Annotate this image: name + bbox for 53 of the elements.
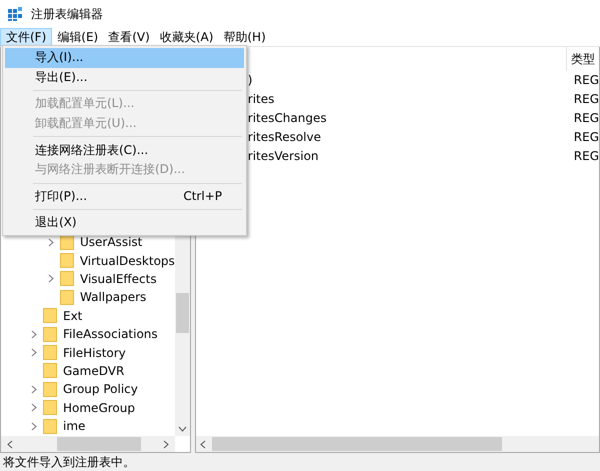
folder-icon (43, 308, 57, 324)
value-name: ritesResolve (246, 130, 322, 144)
chevron-icon[interactable] (48, 274, 54, 284)
value-name: ritesVersion (246, 148, 320, 163)
scroll-thumb[interactable] (176, 293, 189, 333)
tree-item[interactable]: FileAssociations (63, 327, 158, 342)
menu-item[interactable]: 查看(V) (103, 28, 155, 46)
horizontal-scrollbar[interactable] (1, 436, 175, 452)
tree-item[interactable]: UserAssist (80, 235, 142, 250)
value-type: REG (572, 92, 599, 106)
scroll-thumb[interactable] (57, 437, 141, 451)
folder-icon (43, 382, 57, 397)
folder-icon (60, 234, 74, 250)
tree-item[interactable]: VisualEffects (80, 272, 157, 286)
column-header[interactable]: 类型 (566, 50, 595, 68)
menu-item[interactable]: 文件(F) (0, 28, 52, 46)
menu-item[interactable]: 帮助(H) (218, 28, 271, 46)
value-name: ritesChanges (246, 110, 328, 125)
value-name: rites (246, 92, 276, 106)
status-text: 将文件导入到注册表中。 (3, 454, 135, 470)
menu-item[interactable]: 退出(X) (5, 213, 244, 233)
folder-icon (43, 326, 57, 342)
tree-item[interactable]: GameDVR (63, 364, 124, 378)
tree-item[interactable]: FileHistory (63, 346, 126, 360)
folder-icon (43, 363, 57, 378)
value-type: REG (572, 110, 599, 125)
menu-item[interactable]: 收藏夹(A) (154, 28, 218, 46)
tree-item[interactable]: ime (63, 419, 86, 434)
chevron-icon[interactable] (48, 238, 54, 247)
value-type: REG (572, 130, 599, 144)
menu-item[interactable]: 导入(I)... (5, 48, 244, 68)
tree-item[interactable]: Wallpapers (80, 290, 146, 304)
menu-item[interactable]: 连接网络注册表(C)... (5, 140, 244, 160)
folder-icon (43, 345, 57, 360)
folder-icon (43, 400, 57, 416)
tree-item[interactable]: HomeGroup (63, 400, 135, 415)
folder-icon (60, 271, 74, 286)
value-name: ) (246, 73, 254, 88)
tree-item[interactable]: Group Policy (63, 382, 138, 396)
menu-item[interactable]: 编辑(E) (52, 28, 104, 46)
folder-icon (60, 290, 74, 305)
menu-item[interactable]: 打印(P)... Ctrl+P (5, 186, 244, 206)
scroll-thumb[interactable] (212, 437, 502, 451)
folder-icon (60, 253, 74, 268)
menu-item[interactable]: 导出(E)... (5, 68, 244, 88)
folder-icon (43, 418, 57, 434)
tree-item[interactable]: Ext (63, 308, 82, 323)
tree-item[interactable]: VirtualDesktops (80, 254, 175, 268)
registry-icon (7, 6, 23, 22)
value-type: REG (572, 73, 599, 88)
value-type: REG (572, 148, 599, 163)
horizontal-scrollbar[interactable] (196, 436, 599, 452)
window-title: 注册表编辑器 (31, 6, 103, 22)
